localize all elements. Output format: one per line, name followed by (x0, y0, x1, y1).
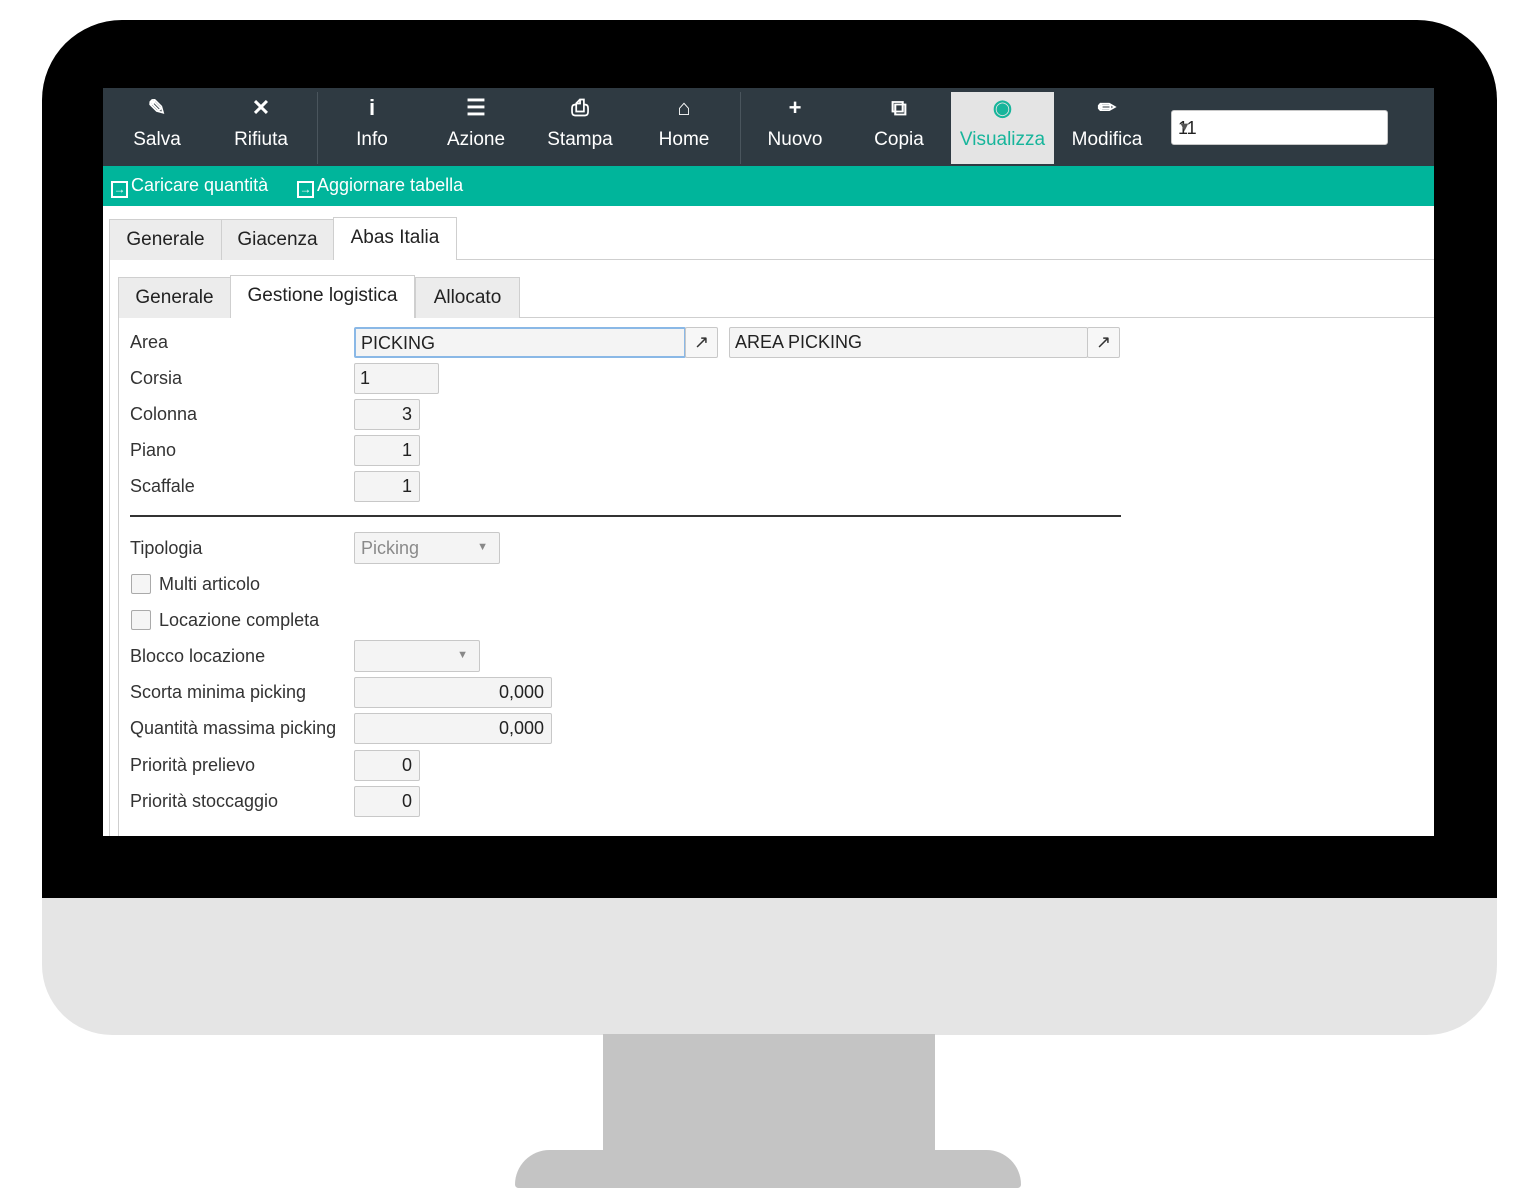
chevron-down-icon: ▼ (457, 649, 468, 661)
eye-icon: ◉ (992, 95, 1013, 120)
tipologia-label: Tipologia (130, 538, 203, 558)
app-screen: ✎ Salva ✕ Rifiuta i Info ☰ Azione ⎙ Stam… (103, 88, 1434, 836)
main-tabs: Generale Giacenza Abas Italia (109, 217, 1434, 260)
scorta-minima-field[interactable]: 0,000 (354, 677, 552, 708)
monitor-chin (42, 898, 1497, 1035)
info-icon: i (368, 95, 376, 120)
arrow-up-right-icon: ↗ (1095, 332, 1112, 352)
plus-icon: + (788, 95, 802, 120)
toolbar-separator (317, 92, 318, 164)
scaffale-label: Scaffale (130, 476, 195, 496)
record-selector[interactable]: 11 ▼ (1171, 110, 1388, 145)
area-label: Area (130, 332, 169, 352)
arrow-up-right-icon: ↗ (693, 332, 710, 352)
colonna-field[interactable]: 3 (354, 399, 420, 430)
priorita-prelievo-label: Priorità prelievo (130, 755, 256, 775)
action-bar: → Caricare quantità → Aggiornare tabella (103, 166, 1434, 206)
toolbar: ✎ Salva ✕ Rifiuta i Info ☰ Azione ⎙ Stam… (103, 88, 1434, 166)
copy-icon: ⧉ (891, 95, 907, 120)
quantita-massima-field[interactable]: 0,000 (354, 713, 552, 744)
info-button[interactable]: i Info (321, 92, 423, 164)
multi-articolo-checkbox[interactable] (131, 574, 151, 594)
locazione-completa-checkbox[interactable] (131, 610, 151, 630)
subtab-generale[interactable]: Generale (118, 277, 231, 318)
subtab-allocato[interactable]: Allocato (415, 277, 520, 318)
print-button[interactable]: ⎙ Stampa (528, 92, 632, 164)
quantita-massima-label: Quantità massima picking (130, 718, 337, 738)
print-icon: ⎙ (571, 95, 589, 120)
corsia-field[interactable]: 1 (354, 363, 439, 394)
new-button[interactable]: + Nuovo (743, 92, 847, 164)
home-icon: ⌂ (677, 95, 691, 120)
edit-button[interactable]: ✏ Modifica (1055, 92, 1159, 164)
monitor-stand-neck (603, 1034, 935, 1159)
load-quantity-link[interactable]: → Caricare quantità (111, 175, 268, 198)
blocco-locazione-select[interactable]: ▼ (354, 640, 480, 672)
pencil-icon: ✏ (1097, 95, 1117, 120)
section-divider (130, 515, 1121, 517)
blocco-locazione-label: Blocco locazione (130, 646, 266, 666)
copy-button[interactable]: ⧉ Copia (847, 92, 951, 164)
tipologia-select[interactable]: Picking ▼ (354, 532, 500, 564)
export-icon: → (111, 181, 128, 198)
priorita-stoccaggio-label: Priorità stoccaggio (130, 791, 279, 811)
close-icon: ✕ (251, 95, 271, 120)
chevron-down-icon: ▼ (1178, 119, 1191, 134)
scaffale-field[interactable]: 1 (354, 471, 420, 502)
action-button[interactable]: ☰ Azione (424, 92, 528, 164)
colonna-label: Colonna (130, 404, 198, 424)
piano-field[interactable]: 1 (354, 435, 420, 466)
area-description-field[interactable]: AREA PICKING (729, 327, 1088, 358)
reject-button[interactable]: ✕ Rifiuta (209, 92, 313, 164)
export-icon: → (297, 181, 314, 198)
multi-articolo-label: Multi articolo (159, 574, 261, 594)
locazione-completa-label: Locazione completa (159, 610, 320, 630)
monitor-stand-foot (515, 1150, 1021, 1188)
sub-tabs: Generale Gestione logistica Allocato (118, 275, 1434, 318)
update-table-link[interactable]: → Aggiornare tabella (297, 175, 463, 198)
save-icon: ✎ (147, 95, 167, 120)
sub-tab-panel (118, 318, 1434, 836)
monitor-frame: ✎ Salva ✕ Rifiuta i Info ☰ Azione ⎙ Stam… (0, 0, 1536, 1198)
area-description-link-button[interactable]: ↗ (1087, 327, 1120, 358)
priorita-prelievo-field[interactable]: 0 (354, 750, 420, 781)
home-button[interactable]: ⌂ Home (632, 92, 736, 164)
corsia-label: Corsia (130, 368, 183, 388)
area-code-field[interactable]: PICKING (354, 327, 686, 358)
subtab-gestione-logistica[interactable]: Gestione logistica (230, 275, 415, 318)
tab-giacenza[interactable]: Giacenza (221, 219, 334, 260)
view-button[interactable]: ◉ Visualizza (951, 92, 1054, 164)
priorita-stoccaggio-field[interactable]: 0 (354, 786, 420, 817)
tab-abas-italia[interactable]: Abas Italia (333, 217, 457, 260)
save-button[interactable]: ✎ Salva (105, 92, 209, 164)
piano-label: Piano (130, 440, 177, 460)
menu-icon: ☰ (466, 95, 486, 120)
scorta-minima-label: Scorta minima picking (130, 682, 307, 702)
area-link-button[interactable]: ↗ (685, 327, 718, 358)
chevron-down-icon: ▼ (477, 541, 488, 553)
tab-generale[interactable]: Generale (109, 219, 222, 260)
toolbar-separator (740, 92, 741, 164)
